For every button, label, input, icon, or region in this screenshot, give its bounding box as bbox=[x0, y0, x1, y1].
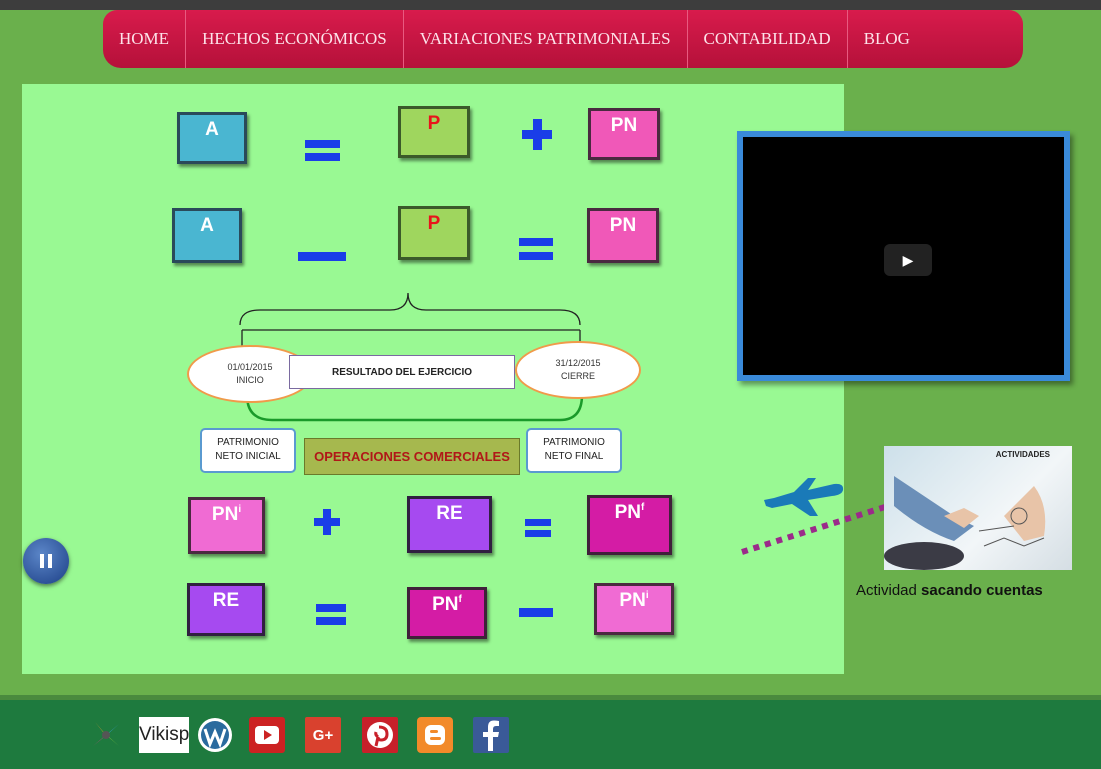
equals-sign-2-bottom bbox=[519, 252, 553, 260]
wordpress-icon[interactable] bbox=[197, 717, 233, 753]
pinterest-logo-graphic bbox=[367, 722, 393, 748]
video-player[interactable]: ▶ bbox=[737, 131, 1070, 381]
blogger-logo-graphic bbox=[425, 725, 445, 745]
wikispaces-logo-graphic bbox=[93, 722, 119, 746]
operaciones-comerciales-box: OPERACIONES COMERCIALES bbox=[304, 438, 520, 475]
activo-box: A bbox=[177, 112, 247, 164]
main-nav: HOME HECHOS ECONÓMICOS VARIACIONES PATRI… bbox=[103, 10, 1023, 68]
wikispaces-icon[interactable] bbox=[88, 717, 124, 753]
facebook-icon[interactable] bbox=[473, 717, 509, 753]
end-label: CIERRE bbox=[560, 371, 595, 381]
youtube-icon[interactable] bbox=[249, 717, 285, 753]
pasivo-box: P bbox=[398, 106, 470, 158]
nav-home[interactable]: HOME bbox=[103, 10, 187, 68]
pn-inicial-term: PN i bbox=[188, 497, 265, 554]
activo-box-2: A bbox=[172, 208, 242, 263]
airplane-icon bbox=[741, 478, 889, 555]
activity-image[interactable]: ACTIVIDADES bbox=[884, 446, 1072, 570]
activity-caption-bold: sacando cuentas bbox=[921, 582, 1043, 599]
activity-illustration bbox=[884, 476, 1046, 570]
pn-inicial-box: PATRIMONIO NETO INICIAL bbox=[200, 428, 296, 473]
pause-bar-right bbox=[48, 554, 52, 568]
pn-inicial-term-2-label: PN bbox=[619, 590, 646, 611]
patrimonio-neto-box: PN bbox=[588, 108, 660, 160]
plus-sign-v bbox=[533, 119, 542, 150]
activity-caption-prefix: Actividad bbox=[856, 582, 922, 599]
equals-sign-3-top bbox=[525, 519, 551, 526]
blogger-icon[interactable] bbox=[417, 717, 453, 753]
equals-sign-2-top bbox=[519, 238, 553, 246]
pasivo-box-2: P bbox=[398, 206, 470, 260]
pn-final-term-2: PN f bbox=[407, 587, 487, 639]
nav-hechos-economicos[interactable]: HECHOS ECONÓMICOS bbox=[186, 10, 404, 68]
equals-sign-4-bottom bbox=[316, 617, 346, 625]
pn-final-term-sub: f bbox=[641, 502, 645, 513]
nav-variaciones-patrimoniales[interactable]: VARIACIONES PATRIMONIALES bbox=[404, 10, 688, 68]
minus-sign bbox=[298, 252, 346, 261]
pn-final-box: PATRIMONIO NETO FINAL bbox=[526, 428, 622, 473]
facebook-logo-graphic bbox=[483, 720, 499, 751]
pn-final-term-label: PN bbox=[614, 502, 642, 523]
equals-sign-3-bottom bbox=[525, 530, 551, 537]
pn-final-term-2-sub: f bbox=[458, 594, 462, 605]
top-dark-bar bbox=[0, 0, 1101, 10]
pn-final-line1: PATRIMONIO bbox=[543, 437, 605, 448]
pn-inicial-term-2-sub: i bbox=[645, 590, 649, 601]
pn-final-term: PN f bbox=[587, 495, 672, 555]
minus-sign-2 bbox=[519, 608, 553, 617]
pause-bar-left bbox=[40, 554, 44, 568]
google-plus-icon[interactable]: G+ bbox=[305, 717, 341, 753]
pn-final-line2: NETO FINAL bbox=[544, 451, 604, 462]
resultado-term-2: RE bbox=[187, 583, 265, 636]
pinterest-icon[interactable] bbox=[362, 717, 398, 753]
activity-caption[interactable]: Actividad sacando cuentas bbox=[856, 582, 1043, 599]
pn-inicial-term-2: PN i bbox=[594, 583, 674, 635]
pn-inicial-line2: NETO INICIAL bbox=[215, 451, 281, 462]
pn-inicial-line1: PATRIMONIO bbox=[217, 437, 279, 448]
play-icon[interactable]: ▶ bbox=[884, 244, 932, 276]
resultado-term: RE bbox=[407, 496, 492, 553]
equals-sign-top bbox=[305, 140, 340, 148]
wikispaces-text-logo[interactable]: Vikisp bbox=[139, 717, 189, 753]
end-date-ellipse: 31/12/2015 CIERRE bbox=[515, 341, 641, 399]
nav-blog[interactable]: BLOG bbox=[848, 10, 926, 68]
end-date: 31/12/2015 bbox=[555, 358, 601, 368]
nav-contabilidad[interactable]: CONTABILIDAD bbox=[688, 10, 848, 68]
pn-inicial-term-label: PN bbox=[211, 504, 239, 525]
equals-sign-bottom bbox=[305, 153, 340, 161]
plus-sign-2-v bbox=[323, 509, 331, 535]
pause-icon[interactable] bbox=[23, 538, 69, 584]
pn-final-term-2-label: PN bbox=[432, 594, 459, 615]
resultado-del-ejercicio-box: RESULTADO DEL EJERCICIO bbox=[289, 355, 515, 389]
youtube-logo-graphic bbox=[255, 726, 279, 744]
pn-inicial-term-sub: i bbox=[238, 504, 242, 515]
wordpress-logo-graphic bbox=[198, 718, 232, 752]
patrimonio-neto-box-2: PN bbox=[587, 208, 659, 263]
equals-sign-4-top bbox=[316, 604, 346, 612]
